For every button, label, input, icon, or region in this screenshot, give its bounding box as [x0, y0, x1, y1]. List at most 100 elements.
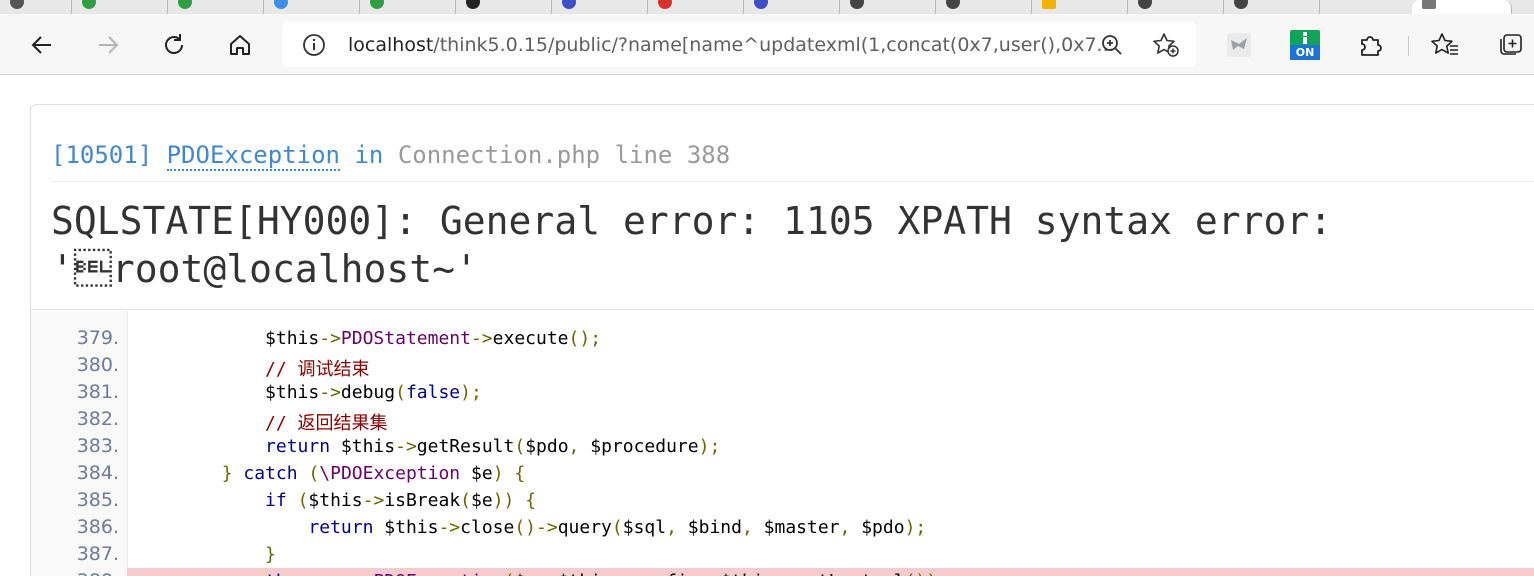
tab-favicon-icon — [466, 0, 480, 9]
tab-favicon-icon — [850, 0, 864, 9]
source-line: 385. if ($this->isBreak($e)) { — [31, 487, 1534, 514]
favorites-icon — [1431, 33, 1458, 55]
url-host: localhost — [348, 34, 434, 56]
tab-favicon-icon — [1042, 0, 1056, 9]
tab-favicon-icon — [274, 0, 288, 9]
browser-tab[interactable] — [648, 0, 744, 14]
error-message-line: SQLSTATE[HY000]: General error: 1105 XPA… — [51, 199, 1333, 243]
browser-toolbar: localhost/think5.0.15/public/?name[name^… — [0, 14, 1534, 75]
tab-favicon-icon — [946, 0, 960, 9]
error-message: SQLSTATE[HY000]: General error: 1105 XPA… — [51, 197, 1491, 293]
source-line: 379. $this->PDOStatement->execute(); — [31, 325, 1534, 352]
line-number: 383. — [76, 435, 119, 457]
source-line: 387. } — [31, 541, 1534, 568]
browser-tab[interactable] — [1032, 0, 1128, 14]
line-number: 386. — [76, 516, 119, 538]
line-number: 382. — [76, 408, 119, 430]
tab-favicon-icon — [178, 0, 192, 9]
collections-icon — [1500, 34, 1522, 55]
home-button[interactable] — [222, 27, 258, 63]
reload-icon — [165, 34, 183, 54]
star-add-icon[interactable] — [1152, 32, 1180, 62]
zoom-in-icon[interactable] — [1100, 33, 1124, 61]
line-number: 385. — [76, 489, 119, 511]
line-number: 379. — [76, 327, 119, 349]
home-icon — [230, 35, 250, 55]
info-icon[interactable] — [302, 33, 326, 61]
reload-button[interactable] — [156, 27, 192, 63]
browser-tab[interactable] — [456, 0, 552, 14]
browser-tab[interactable] — [360, 0, 456, 14]
extension-bird-button[interactable] — [1220, 26, 1258, 64]
source-line: 384. } catch (\PDOException $e) { — [31, 460, 1534, 487]
source-code-text: $this->debug(false); — [265, 382, 482, 403]
tab-favicon-icon — [10, 0, 24, 9]
source-code-text: return $this->close()->query($sql, $bind… — [308, 517, 927, 538]
person-icon — [1303, 32, 1307, 44]
tab-favicon-icon — [1138, 0, 1152, 9]
tab-strip — [0, 0, 1534, 14]
source-line-highlighted: 388. throw new PDOException($e, $this->c… — [31, 568, 1534, 576]
browser-tab[interactable] — [168, 0, 264, 14]
tab-favicon-icon — [658, 0, 672, 9]
extension-on-top — [1290, 30, 1320, 45]
source-line: 381. $this->debug(false); — [31, 379, 1534, 406]
tab-favicon-icon — [754, 0, 768, 9]
source-line: 382. // 返回结果集 — [31, 406, 1534, 434]
browser-tab-active[interactable] — [1412, 0, 1512, 14]
address-bar[interactable]: localhost/think5.0.15/public/?name[name^… — [282, 22, 1196, 67]
source-code-text: } catch (\PDOException $e) { — [221, 463, 526, 484]
source-code-text: return $this->getResult($pdo, $procedure… — [265, 436, 721, 457]
browser-tab[interactable] — [264, 0, 360, 14]
line-number: 380. — [76, 354, 119, 376]
extensions-button[interactable] — [1352, 26, 1390, 64]
browser-tab[interactable] — [1224, 0, 1320, 14]
tab-favicon-icon — [1234, 0, 1248, 9]
tab-favicon-icon — [370, 0, 384, 9]
bird-extension-icon — [1227, 33, 1251, 57]
url-path: /think5.0.15/public/?name[name^updatexml… — [433, 34, 1115, 56]
file-name: Connection.php — [397, 141, 601, 169]
exception-class-link[interactable]: PDOException — [166, 141, 340, 171]
browser-tab[interactable] — [552, 0, 648, 14]
source-line: 380. // 调试结束 — [31, 352, 1534, 380]
source-line: 383. return $this->getResult($pdo, $proc… — [31, 433, 1534, 460]
line-number: 388. — [31, 570, 119, 576]
browser-tab[interactable] — [1128, 0, 1224, 14]
header-divider — [51, 181, 1534, 182]
browser-tab[interactable] — [0, 0, 72, 14]
browser-tab[interactable] — [72, 0, 168, 14]
source-code-text: if ($this->isBreak($e)) { — [265, 490, 537, 511]
extension-badge: ON — [1290, 45, 1320, 60]
source-code-text: // 返回结果集 — [265, 413, 388, 434]
line-number: 384. — [76, 462, 119, 484]
source-code-view: 379. $this->PDOStatement->execute(); 380.… — [31, 311, 1534, 576]
error-message-line: 'root@localhost~' — [51, 247, 478, 291]
line-number: 387. — [76, 543, 119, 565]
browser-tab[interactable] — [936, 0, 1032, 14]
favorites-button[interactable] — [1426, 26, 1464, 64]
browser-tab[interactable] — [744, 0, 840, 14]
toolbar-separator — [1408, 36, 1409, 56]
tab-favicon-icon — [1422, 0, 1436, 9]
line-label: line — [614, 141, 673, 169]
back-button[interactable] — [24, 27, 60, 63]
puzzle-icon — [1361, 36, 1382, 56]
in-label: in — [354, 141, 384, 169]
source-code-text: throw new PDOException($e, $this->config… — [135, 571, 948, 576]
arrow-right-icon — [99, 36, 119, 54]
line-number: 388 — [686, 141, 731, 169]
exception-panel: [10501] PDOException in Connection.php l… — [30, 104, 1534, 576]
line-number: 381. — [76, 381, 119, 403]
exception-header: [10501] PDOException in Connection.php l… — [31, 105, 1534, 310]
exception-info: [10501] PDOException in Connection.php l… — [51, 141, 1534, 182]
source-code-text: // 调试结束 — [265, 359, 370, 380]
url-text[interactable]: localhost/think5.0.15/public/?name[name^… — [348, 34, 1115, 56]
forward-button[interactable] — [90, 27, 126, 63]
collections-button[interactable] — [1492, 26, 1530, 64]
source-code-text: } — [265, 544, 276, 565]
browser-tab[interactable] — [840, 0, 936, 14]
extension-on-button[interactable]: ON — [1290, 30, 1320, 60]
tab-favicon-icon — [562, 0, 576, 9]
error-code: [10501] — [51, 141, 153, 169]
